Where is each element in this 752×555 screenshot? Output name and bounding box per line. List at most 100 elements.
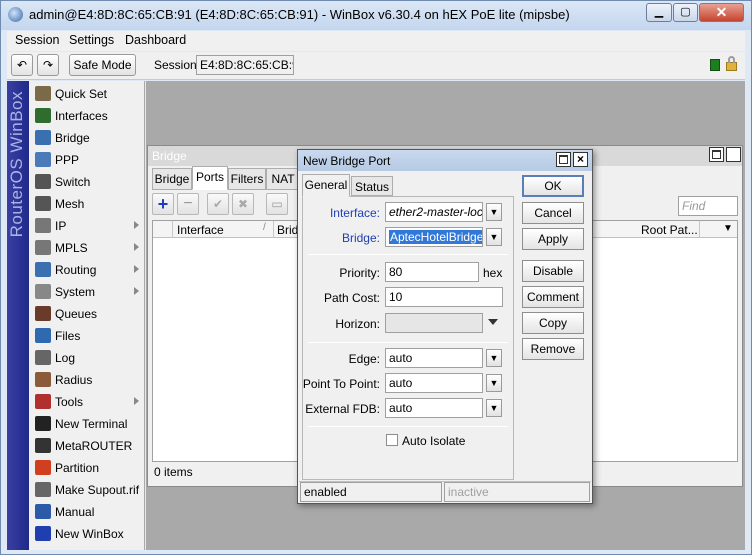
add-button[interactable]: + (152, 193, 174, 215)
column-menu-icon[interactable]: ▼ (723, 223, 733, 234)
sidebar-item-label: New Terminal (55, 417, 128, 431)
sidebar-item[interactable]: Interfaces (32, 105, 145, 127)
column-root-path[interactable]: Root Pat... (641, 223, 698, 237)
sidebar-item-label: Radius (55, 373, 93, 387)
bridge-maximize-button[interactable] (709, 147, 724, 162)
title-bar[interactable]: admin@E4:8D:8C:65:CB:91 (E4:8D:8C:65:CB:… (1, 1, 751, 30)
sidebar-item[interactable]: Partition (32, 457, 145, 479)
disable-button[interactable]: Disable (522, 260, 584, 282)
sidebar-item[interactable]: New WinBox (32, 523, 145, 545)
interface-field[interactable]: ether2-master-local (385, 202, 483, 222)
sidebar-item[interactable]: Radius (32, 369, 145, 391)
sidebar-item[interactable]: IP (32, 215, 145, 237)
tab-ports[interactable]: Ports (192, 166, 228, 190)
status-enabled: enabled (300, 482, 442, 502)
remove-button[interactable]: Remove (522, 338, 584, 360)
separator (308, 254, 508, 255)
sidebar-item[interactable]: Files (32, 325, 145, 347)
maximize-button[interactable]: ▢ (673, 3, 698, 22)
bridge-field[interactable]: AptecHotelBridge (385, 227, 483, 247)
interface-dropdown-button[interactable]: ▼ (486, 203, 502, 221)
dialog-title-bar[interactable]: New Bridge Port × (298, 150, 592, 171)
sidebar-item[interactable]: Bridge (32, 127, 145, 149)
tab-bridge[interactable]: Bridge (152, 168, 192, 190)
dialog-close-button[interactable]: × (573, 152, 588, 167)
ok-button[interactable]: OK (522, 175, 584, 197)
comment-button[interactable]: Comment (522, 286, 584, 308)
dialog-maximize-button[interactable] (556, 152, 571, 167)
winbox-logo-icon (8, 7, 23, 22)
sidebar-item-label: MetaROUTER (55, 439, 133, 453)
queues-icon (35, 306, 51, 321)
minimize-button[interactable]: ▁ (646, 3, 672, 22)
sidebar-item-label: Partition (55, 461, 100, 475)
auto-isolate-checkbox[interactable] (386, 434, 398, 446)
edge-label: Edge: (348, 352, 380, 366)
sidebar-item-label: Log (55, 351, 76, 365)
tab-status[interactable]: Status (351, 176, 393, 196)
priority-field[interactable]: 80 (385, 262, 479, 282)
dialog-status-bar: enabled inactive (299, 481, 591, 502)
sidebar-item-label: New WinBox (55, 527, 124, 541)
tab-filters[interactable]: Filters (228, 168, 266, 190)
sidebar: RouterOS WinBox Quick Set Interfaces Bridg… (7, 81, 145, 550)
horizon-field[interactable] (385, 313, 483, 333)
undo-button[interactable]: ↶ (11, 54, 33, 76)
sidebar-item[interactable]: Routing (32, 259, 145, 281)
close-button[interactable]: ✕ (699, 3, 744, 22)
sidebar-item[interactable]: PPP (32, 149, 145, 171)
submenu-arrow-icon (134, 221, 139, 229)
edge-field[interactable]: auto (385, 348, 483, 368)
disable-button[interactable]: ✖ (232, 193, 254, 215)
sidebar-item[interactable]: MetaROUTER (32, 435, 145, 457)
remove-button[interactable]: − (177, 193, 199, 215)
copy-button[interactable]: Copy (522, 312, 584, 334)
menu-dashboard[interactable]: Dashboard (125, 33, 186, 47)
sidebar-item[interactable]: Log (32, 347, 145, 369)
sidebar-item[interactable]: Manual (32, 501, 145, 523)
menu-settings[interactable]: Settings (69, 33, 114, 47)
winbox-icon (35, 526, 51, 541)
external-fdb-label: External FDB: (305, 402, 380, 416)
apply-button[interactable]: Apply (522, 228, 584, 250)
menu-bar: Session Settings Dashboard (7, 31, 745, 51)
tab-general[interactable]: General (302, 174, 350, 197)
undo-icon: ↶ (16, 58, 28, 72)
sidebar-item-label: System (55, 285, 96, 299)
tab-nat[interactable]: NAT (266, 168, 300, 190)
safe-mode-button[interactable]: Safe Mode (69, 54, 136, 76)
sidebar-item[interactable]: Tools (32, 391, 145, 413)
column-interface[interactable]: Interface (177, 223, 224, 237)
ip-icon (35, 218, 51, 233)
edge-dropdown-button[interactable]: ▼ (486, 349, 502, 367)
sidebar-item[interactable]: System (32, 281, 145, 303)
submenu-arrow-icon (134, 243, 139, 251)
bridge-close-button[interactable]: × (726, 147, 741, 162)
point-to-point-dropdown-button[interactable]: ▼ (486, 374, 502, 392)
bridge-dropdown-button[interactable]: ▼ (486, 228, 502, 246)
horizon-dropdown-icon[interactable] (488, 319, 498, 325)
path-cost-field[interactable]: 10 (385, 287, 503, 307)
sidebar-item[interactable]: Queues (32, 303, 145, 325)
sidebar-item-label: Tools (55, 395, 84, 409)
external-fdb-field[interactable]: auto (385, 398, 483, 418)
toolbar: ↶ ↷ Safe Mode Session: E4:8D:8C:65:CB:91 (7, 52, 745, 80)
menu-session[interactable]: Session (15, 33, 59, 47)
sidebar-item[interactable]: MPLS (32, 237, 145, 259)
cancel-button[interactable]: Cancel (522, 202, 584, 224)
point-to-point-label: Point To Point: (302, 377, 380, 391)
sidebar-item[interactable]: Mesh (32, 193, 145, 215)
sidebar-item[interactable]: New Terminal (32, 413, 145, 435)
auto-isolate-label[interactable]: Auto Isolate (402, 434, 465, 448)
sidebar-item[interactable]: Quick Set (32, 83, 145, 105)
sidebar-item[interactable]: Make Supout.rif (32, 479, 145, 501)
separator (308, 342, 508, 343)
comment-button[interactable]: ▭ (266, 193, 288, 215)
sidebar-item[interactable]: Switch (32, 171, 145, 193)
sidebar-item-label: Bridge (55, 131, 90, 145)
find-input[interactable]: Find (678, 196, 738, 216)
redo-button[interactable]: ↷ (37, 54, 59, 76)
enable-button[interactable]: ✔ (207, 193, 229, 215)
external-fdb-dropdown-button[interactable]: ▼ (486, 399, 502, 417)
point-to-point-field[interactable]: auto (385, 373, 483, 393)
